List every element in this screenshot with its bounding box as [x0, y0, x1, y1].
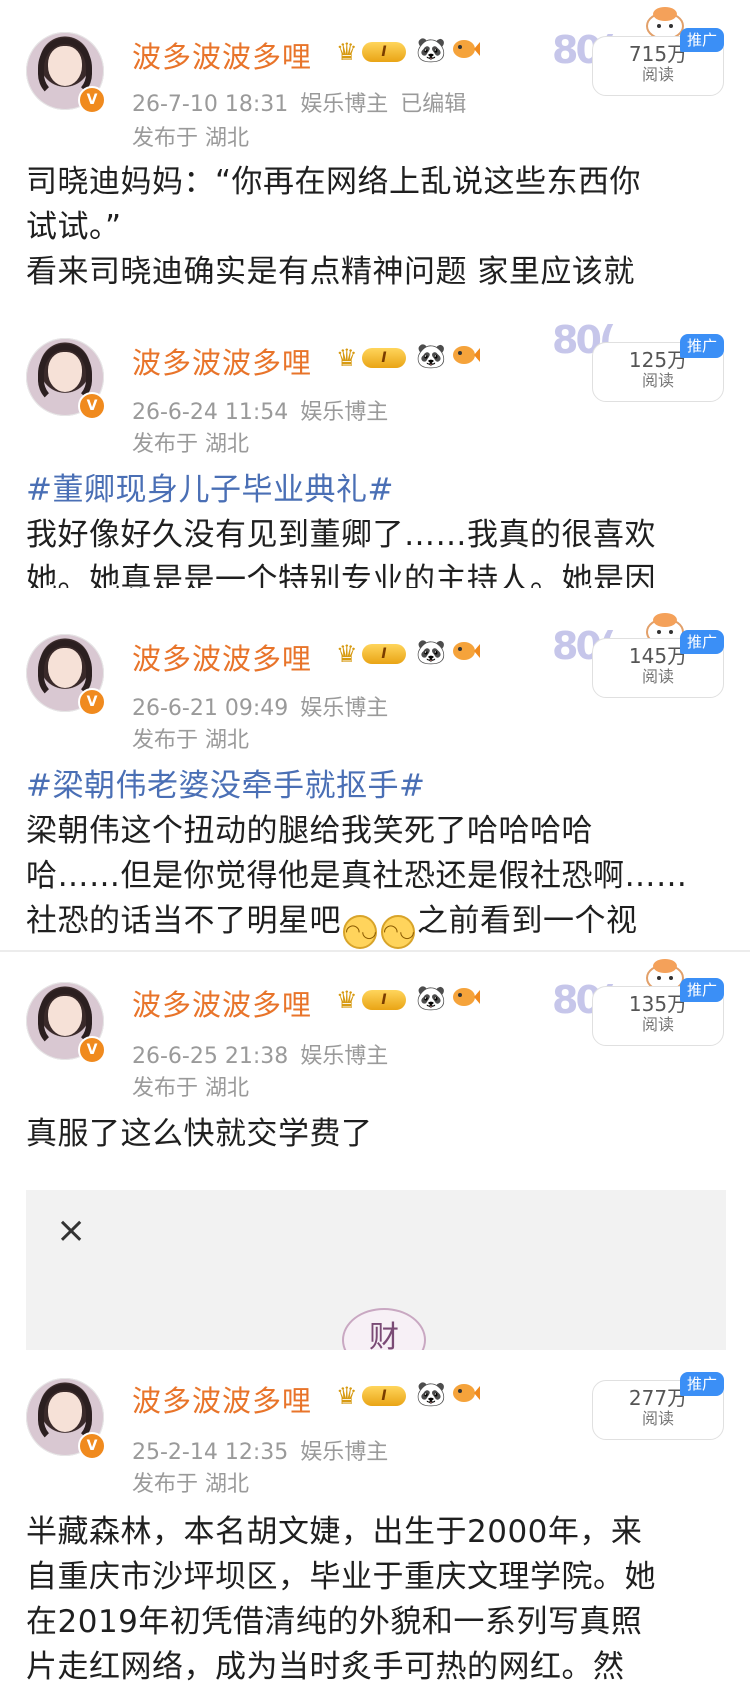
crown-icon: ♛	[336, 344, 358, 372]
verified-badge-icon: V	[78, 1432, 106, 1460]
read-label: 阅读	[641, 65, 674, 84]
post-text[interactable]: #梁朝伟老婆没牵手就抠手# 梁朝伟这个扭动的腿给我笑死了哈哈哈哈 哈……但是你觉…	[26, 764, 726, 949]
panda-icon: 🐼	[416, 36, 446, 64]
post-location: 发布于 湖北	[132, 1472, 249, 1497]
crown-icon: ♛	[336, 1382, 358, 1410]
post-category: 娱乐博主	[300, 1440, 389, 1465]
crown-icon: ♛	[336, 640, 358, 668]
post-card[interactable]: V 波多波波多哩 ♛ I 🐼 26-6-24 11:54 娱乐博主 发布于 湖北 8…	[0, 318, 750, 588]
post-card[interactable]: V 波多波波多哩 ♛ I 🐼 26-7-10 18:31 娱乐博主 已编辑 发布于 湖…	[0, 0, 750, 318]
close-ad-button[interactable]: ×	[56, 1210, 86, 1251]
hashtag-link[interactable]: #梁朝伟老婆没牵手就抠手#	[26, 764, 726, 809]
crown-icon: ♛	[336, 986, 358, 1014]
username[interactable]: 波多波波多哩	[132, 982, 312, 1024]
panda-icon: 🐼	[416, 638, 446, 666]
post-time: 26-6-21 09:49	[132, 696, 289, 721]
username[interactable]: 波多波波多哩	[132, 636, 312, 678]
username[interactable]: 波多波波多哩	[132, 340, 312, 382]
post-category: 娱乐博主	[300, 1044, 389, 1069]
promoted-tag: 推广	[680, 1372, 724, 1396]
post-time: 26-6-24 11:54	[132, 400, 289, 425]
laugh-cry-emoji-icon: ◠◡	[381, 915, 415, 949]
fish-icon	[453, 1384, 480, 1402]
promoted-tag: 推广	[680, 630, 724, 654]
read-label: 阅读	[641, 371, 674, 390]
post-location: 发布于 湖北	[132, 1076, 249, 1101]
post-card[interactable]: V 波多波波多哩 ♛ I 🐼 25-2-14 12:35 娱乐博主 发布于 湖北 2…	[0, 1350, 750, 1681]
crown-icon: ♛	[336, 38, 358, 66]
member-level-badge: ♛ I	[336, 640, 410, 668]
read-label: 阅读	[641, 1409, 674, 1428]
post-card[interactable]: V 波多波波多哩 ♛ I 🐼 26-6-21 09:49 娱乐博主 发布于 湖北 8…	[0, 588, 750, 950]
verified-badge-icon: V	[78, 688, 106, 716]
panda-icon: 🐼	[416, 984, 446, 1012]
fish-icon	[453, 346, 480, 364]
post-text[interactable]: 司晓迪妈妈：“你再在网络上乱说这些东西你 试试。” 看来司晓迪确实是有点精神问题…	[26, 160, 726, 295]
verified-badge-icon: V	[78, 86, 106, 114]
post-time: 25-2-14 12:35	[132, 1440, 289, 1465]
post-text[interactable]: 半藏森林，本名胡文婕，出生于2000年，来 自重庆市沙坪坝区，毕业于重庆文理学院…	[26, 1510, 726, 1681]
post-text[interactable]: #董卿现身儿子毕业典礼# 我好像好久没有见到董卿了……我真的很喜欢 她。她真是是…	[26, 468, 726, 588]
read-label: 阅读	[641, 1015, 674, 1034]
post-time: 26-7-10 18:31	[132, 92, 289, 117]
post-text[interactable]: 真服了这么快就交学费了	[26, 1112, 726, 1157]
member-level-badge: ♛ I	[336, 986, 410, 1014]
fish-icon	[453, 988, 480, 1006]
username[interactable]: 波多波波多哩	[132, 34, 312, 76]
post-category: 娱乐博主	[300, 92, 389, 117]
member-level-badge: ♛ I	[336, 38, 410, 66]
panda-icon: 🐼	[416, 342, 446, 370]
verified-badge-icon: V	[78, 1036, 106, 1064]
post-category: 娱乐博主	[300, 400, 389, 425]
edited-label: 已编辑	[400, 92, 467, 117]
hashtag-link[interactable]: #董卿现身儿子毕业典礼#	[26, 468, 726, 513]
promoted-tag: 推广	[680, 978, 724, 1002]
post-category: 娱乐博主	[300, 696, 389, 721]
member-level-badge: ♛ I	[336, 1382, 410, 1410]
post-location: 发布于 湖北	[132, 728, 249, 753]
promoted-tag: 推广	[680, 334, 724, 358]
post-time: 26-6-25 21:38	[132, 1044, 289, 1069]
member-level-badge: ♛ I	[336, 344, 410, 372]
promoted-tag: 推广	[680, 28, 724, 52]
post-location: 发布于 湖北	[132, 126, 249, 151]
post-location: 发布于 湖北	[132, 432, 249, 457]
panda-icon: 🐼	[416, 1380, 446, 1408]
ad-card[interactable]: × 财	[26, 1190, 726, 1372]
read-label: 阅读	[641, 667, 674, 686]
verified-badge-icon: V	[78, 392, 106, 420]
username[interactable]: 波多波波多哩	[132, 1378, 312, 1420]
fish-icon	[453, 642, 480, 660]
fish-icon	[453, 40, 480, 58]
laugh-cry-emoji-icon: ◠◡	[343, 915, 377, 949]
